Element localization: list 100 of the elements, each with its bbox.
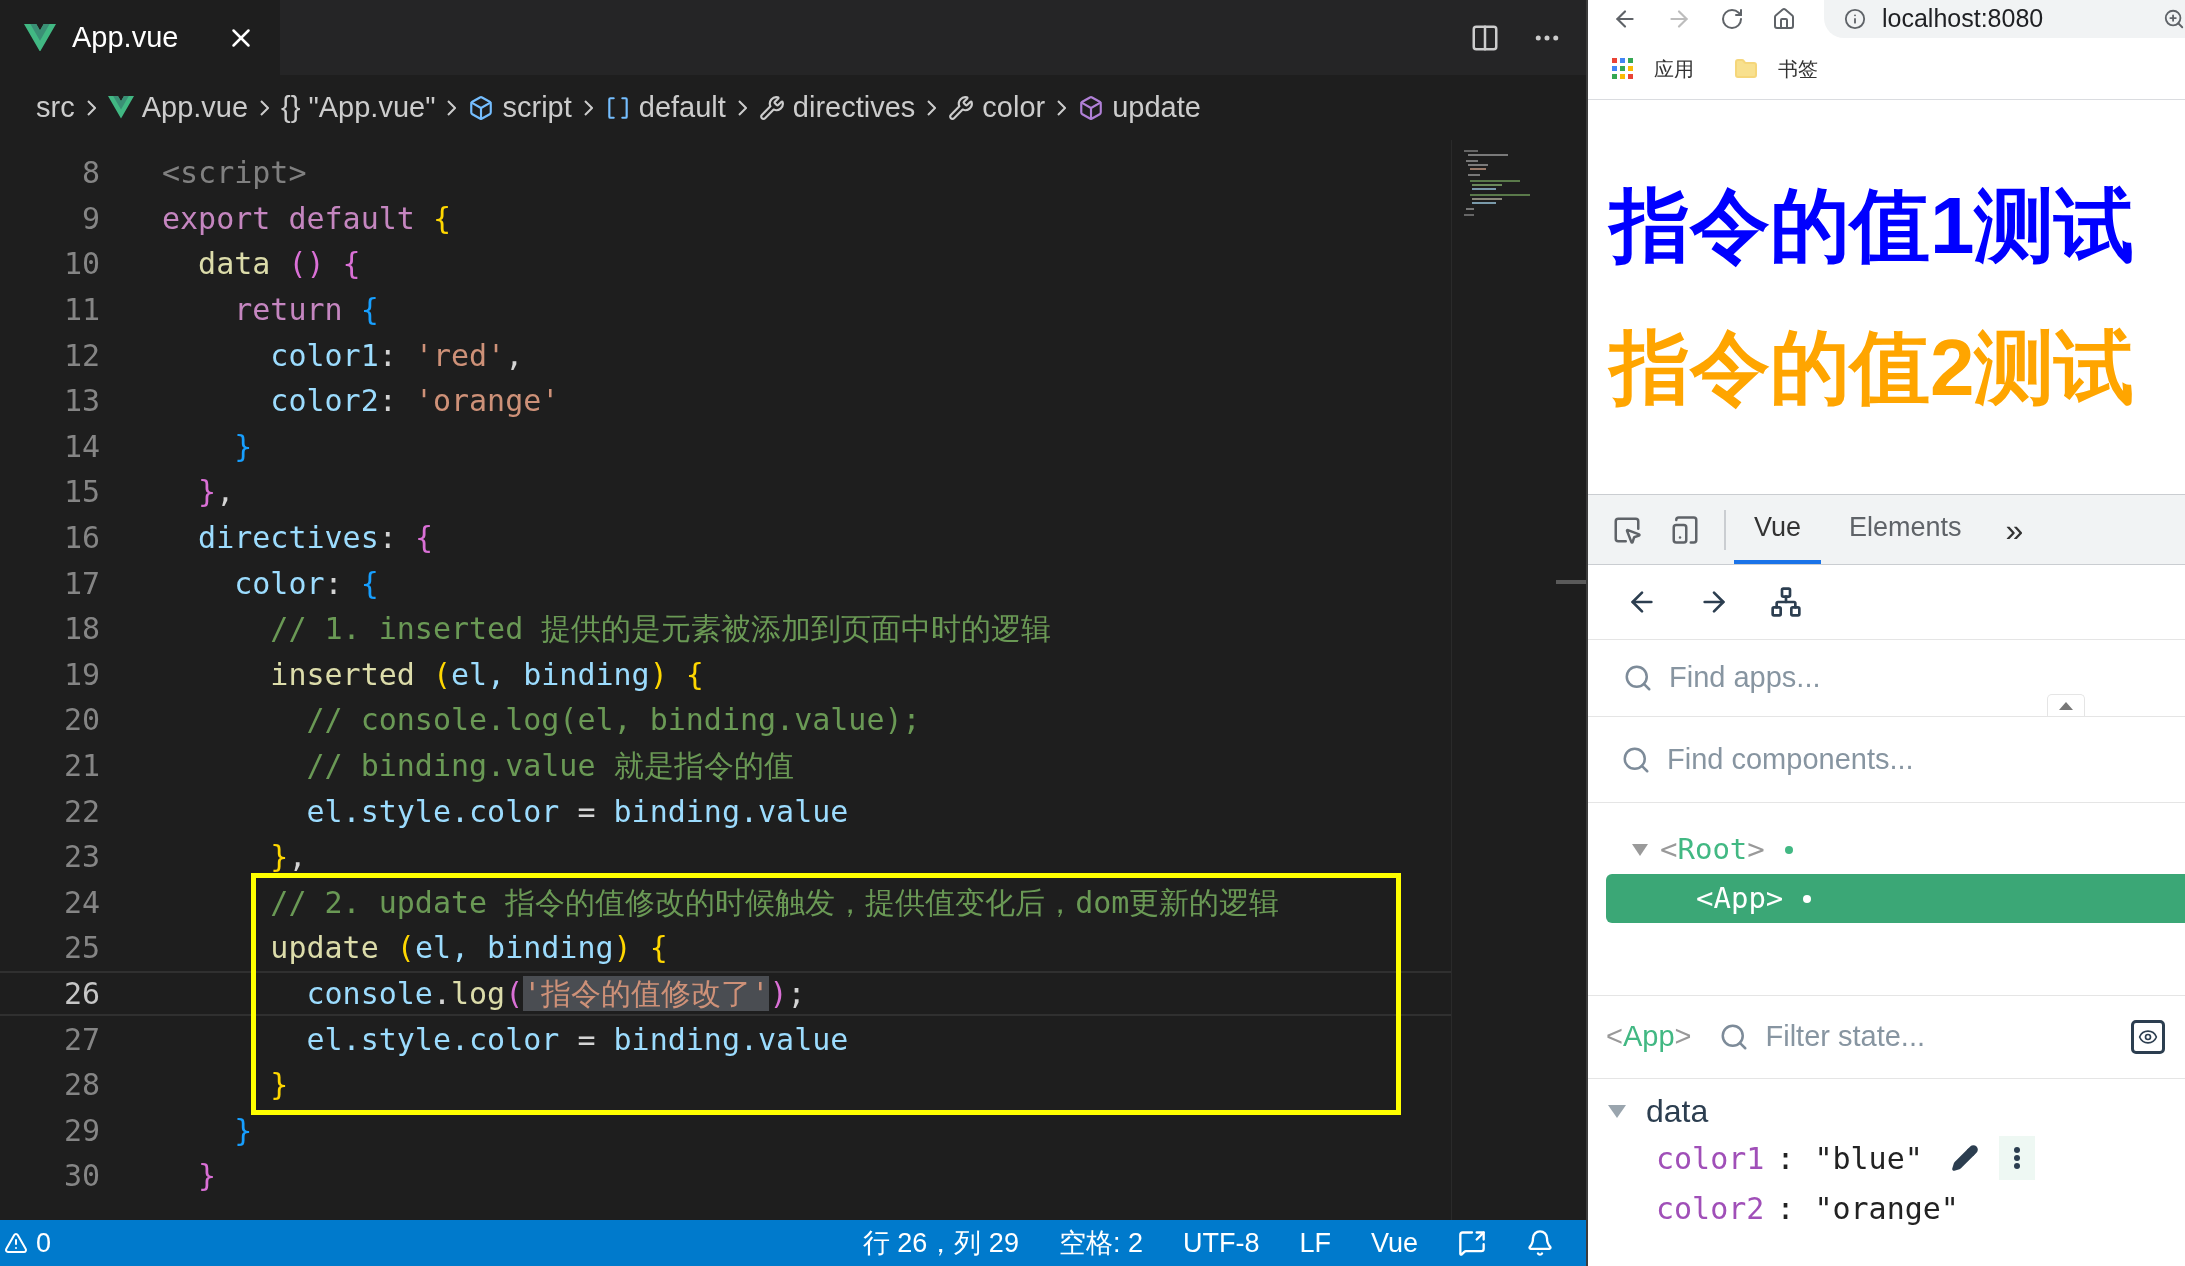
code-line: // console.log(el, binding.value); — [305, 701, 921, 740]
line-number: 26 — [62, 975, 100, 1013]
more-icon — [2013, 1147, 2020, 1169]
code-line: // 2. update 指令的值修改的时候触发，提供值变化后，dom更新的逻辑 — [269, 883, 1280, 922]
scrollbar-thumb[interactable] — [1556, 580, 1586, 584]
zoom-icon[interactable] — [2163, 8, 2185, 30]
line-number: 13 — [62, 382, 100, 421]
device-toolbar-icon[interactable] — [1670, 514, 1700, 545]
code-line: // binding.value 就是指令的值 — [305, 747, 794, 785]
line-number: 24 — [62, 883, 100, 922]
code-line: el.style.color = binding.value — [305, 1020, 849, 1059]
chevron-icon — [737, 99, 747, 116]
info-icon — [1844, 8, 1866, 30]
status-item[interactable]: 行 26，列 29 — [862, 1222, 1019, 1264]
line-number: 14 — [62, 427, 100, 466]
eye-icon — [2138, 1027, 2158, 1047]
status-item[interactable]: UTF-8 — [1182, 1222, 1260, 1264]
code-line: } — [197, 1157, 217, 1196]
state-key: color2 — [1656, 1185, 1765, 1231]
breadcrumb-item[interactable]: App.vue — [107, 85, 249, 130]
line-number: 15 — [62, 473, 100, 512]
breadcrumb-item[interactable]: script — [468, 85, 572, 130]
chevron-icon — [260, 99, 270, 116]
line-number: 17 — [62, 564, 100, 603]
bookmark-item[interactable]: 书签 — [1734, 53, 1818, 84]
edit-icon[interactable] — [1950, 1144, 1979, 1172]
line-number: 16 — [62, 519, 100, 558]
code-line: color: { — [233, 564, 379, 603]
search-field[interactable]: Find components... — [1667, 737, 2067, 782]
chevron-icon — [447, 99, 457, 116]
line-number: 12 — [62, 336, 100, 375]
status-item[interactable]: Vue — [1370, 1222, 1418, 1264]
warnings-indicator[interactable]: 0 — [0, 1222, 52, 1264]
code-line: directives: { — [197, 519, 433, 558]
breadcrumb-item[interactable]: directives — [758, 85, 916, 130]
component-tree-icon[interactable] — [1770, 586, 1802, 618]
status-item[interactable]: 空格: 2 — [1058, 1222, 1143, 1264]
vue-logo-icon — [24, 23, 56, 52]
breadcrumb-item[interactable]: src — [36, 85, 75, 130]
vue-logo-icon — [107, 96, 134, 119]
bookmark-item[interactable]: 应用 — [1612, 53, 1694, 84]
breadcrumb-item[interactable]: color — [948, 85, 1046, 130]
code-line: } — [269, 1066, 289, 1105]
breadcrumb-item[interactable]: default — [604, 85, 726, 130]
caret-up-icon — [2059, 701, 2073, 710]
line-number: 28 — [62, 1066, 100, 1105]
editor-tab[interactable]: App.vue — [0, 0, 281, 75]
line-number: 8 — [80, 154, 100, 193]
cube-icon — [1078, 94, 1105, 121]
breadcrumb-item[interactable]: {} "App.vue" — [281, 85, 436, 130]
more-button[interactable] — [1998, 1136, 2035, 1180]
filter-field[interactable]: Filter state... — [1765, 1015, 1986, 1059]
eye-button[interactable] — [2131, 1020, 2165, 1054]
code-line: } — [233, 1111, 253, 1150]
code-line: color1: 'red', — [269, 336, 524, 375]
code-line: el.style.color = binding.value — [305, 792, 849, 831]
line-number: 11 — [62, 291, 100, 330]
code-line: // 1. inserted 提供的是元素被添加到页面中时的逻辑 — [269, 610, 1052, 649]
code-line: return { — [233, 291, 379, 330]
code-line: color2: 'orange' — [269, 382, 560, 421]
line-number: 21 — [62, 747, 100, 785]
expand-triangle-icon[interactable] — [1632, 843, 1648, 856]
wrench-icon — [758, 94, 785, 121]
apps-grid-icon — [1612, 57, 1634, 80]
breadcrumb-item[interactable]: update — [1078, 85, 1201, 130]
chevron-icon — [927, 99, 937, 116]
collapse-button[interactable] — [2047, 694, 2085, 716]
state-value: "blue" — [1814, 1139, 1923, 1178]
reload-icon[interactable] — [1720, 7, 1744, 31]
code-line: console.log('指令的值修改了'); — [305, 974, 806, 1013]
home-icon[interactable] — [1772, 7, 1796, 31]
line-number: 29 — [62, 1111, 100, 1150]
state-separator: : — [1776, 1139, 1795, 1178]
code-line: }, — [269, 838, 307, 877]
code-line: } — [233, 427, 253, 466]
heading-text: 指令的值2测试 — [1610, 328, 2136, 408]
address-bar[interactable]: localhost:8080 — [1824, 0, 2185, 38]
code-line: export default { — [161, 199, 451, 238]
code-line: <script> — [161, 154, 307, 193]
line-number: 27 — [62, 1020, 100, 1059]
chevron-icon — [583, 99, 593, 116]
cube-icon — [468, 94, 495, 121]
code-line: update (el, binding) { — [269, 929, 668, 968]
devtools-tab[interactable]: Vue — [1734, 495, 1822, 564]
status-item[interactable]: LF — [1299, 1222, 1331, 1264]
component-name: <App> — [1606, 1019, 1692, 1055]
line-number: 20 — [62, 701, 100, 740]
search-field[interactable]: Find apps... — [1669, 656, 1969, 700]
line-number: 30 — [62, 1157, 100, 1196]
more-tabs-text[interactable]: » — [2005, 505, 2024, 554]
line-number: 23 — [62, 838, 100, 877]
bell-icon[interactable] — [1526, 1229, 1554, 1257]
state-value: "orange" — [1814, 1189, 1959, 1228]
chevron-icon — [1057, 99, 1067, 116]
section-label[interactable]: data — [1646, 1087, 1709, 1135]
feedback-icon[interactable] — [1458, 1229, 1486, 1257]
chevron-icon — [86, 99, 96, 116]
line-number: 18 — [62, 610, 100, 649]
line-number: 9 — [80, 199, 100, 238]
devtools-tab[interactable]: Elements — [1829, 495, 1982, 564]
